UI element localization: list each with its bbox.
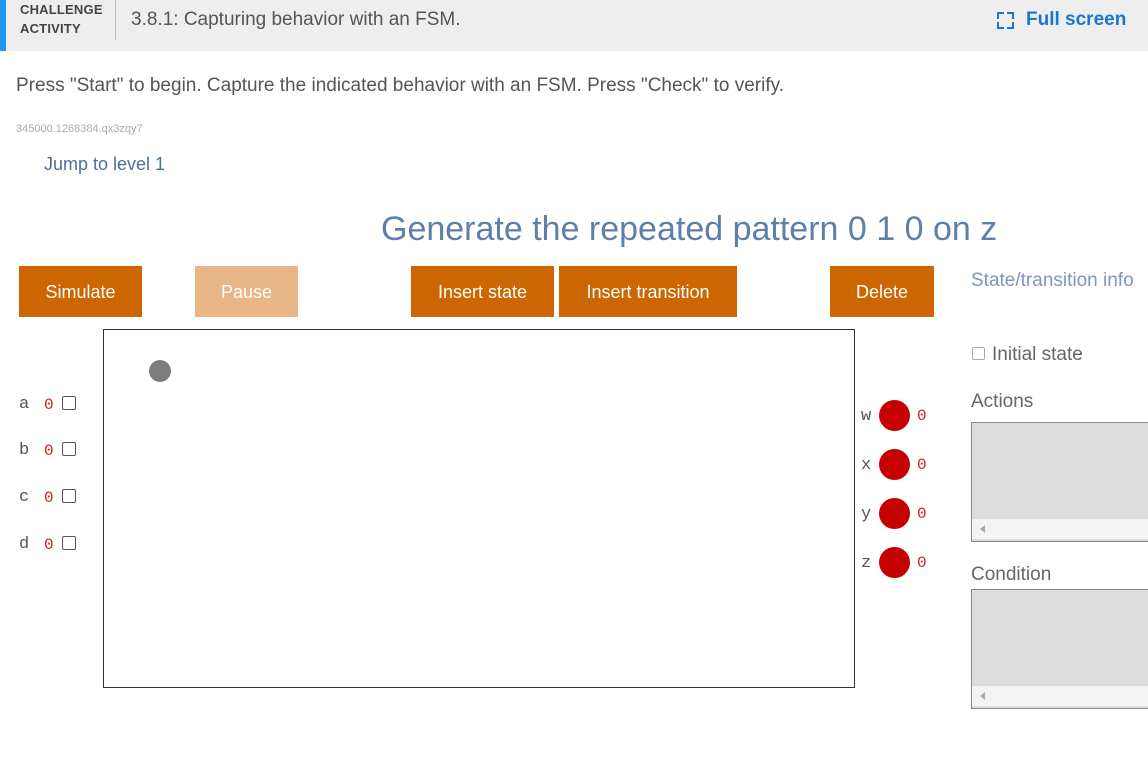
output-value-w: 0 [917,407,927,425]
input-value-a: 0 [44,396,54,414]
output-label-z: z [861,554,872,573]
input-checkbox-b[interactable] [62,442,76,456]
insert-transition-button[interactable]: Insert transition [559,266,737,317]
output-label-w: w [861,407,872,426]
scroll-left-arrow-icon[interactable] [980,692,985,700]
pause-button[interactable]: Pause [195,266,298,317]
output-value-x: 0 [917,456,927,474]
level-prompt: Generate the repeated pattern 0 1 0 on z [381,210,998,248]
fullscreen-icon [997,11,1014,29]
input-label-a: a [19,395,30,414]
output-label-x: x [861,456,872,475]
canvas-state-marker[interactable] [149,360,171,382]
output-led-y [879,498,910,529]
badge-line-1: CHALLENGE [20,2,103,17]
scroll-left-arrow-icon[interactable] [980,525,985,533]
input-value-d: 0 [44,536,54,554]
simulate-button[interactable]: Simulate [19,266,142,317]
actions-scrollbar[interactable] [972,519,1148,539]
delete-button[interactable]: Delete [830,266,934,317]
actions-label: Actions [971,391,1034,412]
input-label-c: c [19,488,30,507]
initial-state-checkbox[interactable] [972,347,985,360]
insert-state-button[interactable]: Insert state [411,266,554,317]
output-label-y: y [861,505,872,524]
input-value-b: 0 [44,442,54,460]
input-checkbox-c[interactable] [62,489,76,503]
badge-line-2: ACTIVITY [20,21,81,36]
activity-title: 3.8.1: Capturing behavior with an FSM. [131,9,461,30]
jump-to-level-link[interactable]: Jump to level 1 [44,154,165,175]
fullscreen-label: Full screen [1026,9,1127,30]
fsm-canvas[interactable] [103,329,855,688]
output-led-x [879,449,910,480]
state-transition-info-title: State/transition info [971,270,1134,291]
fullscreen-button[interactable]: Full screen [997,9,1126,31]
input-checkbox-d[interactable] [62,536,76,550]
condition-label: Condition [971,564,1052,585]
instructions-text: Press "Start" to begin. Capture the indi… [16,75,784,96]
initial-state-label: Initial state [992,344,1083,365]
input-label-d: d [19,535,30,554]
output-value-z: 0 [917,554,927,572]
header-accent-bar [0,0,6,51]
input-checkbox-a[interactable] [62,396,76,410]
challenge-activity-badge: CHALLENGE ACTIVITY [20,0,110,38]
output-value-y: 0 [917,505,927,523]
condition-scrollbar[interactable] [972,686,1148,706]
input-value-c: 0 [44,489,54,507]
output-led-z [879,547,910,578]
header-divider [115,0,116,40]
output-led-w [879,400,910,431]
activity-id: 345000.1268384.qx3zqy7 [16,123,143,135]
input-label-b: b [19,441,30,460]
